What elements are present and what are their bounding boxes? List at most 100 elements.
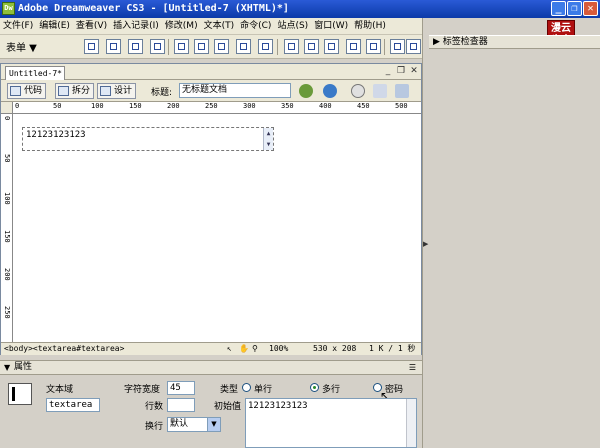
list-menu-icon[interactable]: [236, 39, 251, 54]
init-value-label: 初始值: [214, 402, 242, 412]
fieldset-icon[interactable]: [366, 39, 381, 54]
horizontal-ruler: 0 50 100 150 200 250 300 350 400 450 500: [13, 102, 421, 114]
document-title-input[interactable]: 无标题文档: [179, 83, 291, 98]
zoom-tool-icon[interactable]: ⚲: [252, 343, 258, 355]
menu-file[interactable]: 文件(F): [0, 18, 36, 35]
menu-text[interactable]: 文本(T): [201, 18, 238, 35]
toolbar-divider: [384, 39, 385, 55]
close-button[interactable]: ✕: [583, 1, 598, 16]
text-field-icon[interactable]: [106, 39, 121, 54]
init-value-scrollbar[interactable]: [406, 399, 416, 447]
menu-view[interactable]: 查看(V): [73, 18, 110, 35]
doc-minimize-button[interactable]: _: [383, 66, 393, 77]
toolbar-divider: [277, 39, 278, 55]
hidden-field-icon[interactable]: [128, 39, 143, 54]
window-title: Adobe Dreamweaver CS3 - [Untitled-7 (XHT…: [18, 3, 289, 14]
image-field-icon[interactable]: [284, 39, 299, 54]
type-label: 类型: [220, 385, 239, 395]
design-view-button[interactable]: 设计: [97, 83, 137, 99]
textarea-scrollbar[interactable]: ▲ ▼: [263, 128, 273, 150]
document-tab-bar: Untitled-7* _ ❐ ✕: [1, 64, 421, 80]
label-icon[interactable]: [346, 39, 361, 54]
split-view-icon: [58, 86, 69, 96]
title-bar: Dw Adobe Dreamweaver CS3 - [Untitled-7 (…: [0, 0, 600, 18]
char-width-input[interactable]: 45: [167, 381, 195, 395]
view-options-icon[interactable]: [373, 84, 387, 98]
code-view-icon: [10, 86, 21, 96]
restore-button[interactable]: ❐: [567, 1, 582, 16]
collapse-triangle-icon[interactable]: ▼: [4, 361, 10, 374]
insert-toolbar: 表单 ▼: [0, 35, 422, 59]
properties-title: 属性: [14, 362, 33, 372]
button-icon[interactable]: [324, 39, 339, 54]
document-window: Untitled-7* _ ❐ ✕ 代码 拆分 设计 标题: 无标题文档 0 5…: [0, 63, 422, 355]
form-icon[interactable]: [84, 39, 99, 54]
file-management-icon[interactable]: [299, 84, 313, 98]
scroll-down-icon[interactable]: ▼: [264, 139, 273, 150]
field-type-label: 文本域: [46, 385, 74, 395]
title-label: 标题:: [151, 88, 173, 98]
zoom-level-select[interactable]: 100%: [269, 343, 288, 355]
right-panel: 漫云 步杰 ▶ 标签检查器 ▶: [422, 18, 600, 448]
tag-inspector-header[interactable]: ▶ 标签检查器: [429, 35, 600, 49]
jump-menu-icon[interactable]: [258, 39, 273, 54]
checkbox-icon[interactable]: [174, 39, 189, 54]
menu-site[interactable]: 站点(S): [274, 18, 311, 35]
window-size[interactable]: 530 x 208: [313, 343, 356, 355]
spry-validation-icon[interactable]: [390, 39, 405, 54]
type-multi-label: 多行: [322, 385, 341, 395]
design-textarea[interactable]: 12123123123 ▲ ▼: [22, 127, 274, 151]
chevron-down-icon: ▼: [207, 418, 220, 431]
textarea-content: 12123123123: [26, 130, 86, 140]
menu-modify[interactable]: 修改(M): [162, 18, 201, 35]
properties-header[interactable]: ▼ 属性 ☰: [0, 361, 422, 375]
menu-bar: 文件(F) 编辑(E) 查看(V) 插入记录(I) 修改(M) 文本(T) 命令(C) 站点(…: [0, 18, 422, 35]
minimize-button[interactable]: _: [551, 1, 566, 16]
properties-panel: ▼ 属性 ☰ 文本域 textarea 字符宽度 45 行数 换行 默认 ▼ 类…: [0, 360, 422, 448]
rows-input[interactable]: [167, 398, 195, 412]
wrap-select[interactable]: 默认 ▼: [167, 417, 221, 432]
split-view-button[interactable]: 拆分: [55, 83, 95, 99]
textarea-type-icon: [8, 383, 32, 405]
tag-selector[interactable]: <body><textarea#textarea>: [4, 343, 124, 355]
rows-label: 行数: [145, 402, 164, 412]
dreamweaver-app-icon: Dw: [2, 2, 15, 15]
vertical-ruler: 0 50 100 150 200 250: [1, 114, 13, 342]
download-size: 1 K / 1 秒: [369, 344, 416, 353]
doc-close-button[interactable]: ✕: [409, 66, 419, 77]
document-status-bar: <body><textarea#textarea> ↖ ✋ ⚲ 100% 530…: [1, 342, 421, 355]
radio-group-icon[interactable]: [214, 39, 229, 54]
code-view-button[interactable]: 代码: [7, 83, 47, 99]
menu-window[interactable]: 窗口(W): [311, 18, 351, 35]
textarea-icon[interactable]: [150, 39, 165, 54]
menu-commands[interactable]: 命令(C): [237, 18, 274, 35]
options-menu-icon[interactable]: ☰: [409, 361, 416, 374]
menu-insert[interactable]: 插入记录(I): [110, 18, 162, 35]
visual-aids-icon[interactable]: [395, 84, 409, 98]
hand-tool-icon[interactable]: ✋: [239, 343, 249, 355]
scroll-up-icon[interactable]: ▲: [264, 128, 273, 139]
panel-collapse-arrow-icon[interactable]: ▶: [423, 236, 429, 252]
insert-category-dropdown[interactable]: 表单 ▼: [6, 39, 37, 54]
document-toolbar: 代码 拆分 设计 标题: 无标题文档: [1, 80, 421, 102]
toolbar-divider: [168, 39, 169, 55]
type-single-label: 单行: [254, 385, 273, 395]
radio-button-icon[interactable]: [194, 39, 209, 54]
doc-restore-button[interactable]: ❐: [396, 66, 406, 77]
menu-edit[interactable]: 编辑(E): [36, 18, 73, 35]
init-value-textarea[interactable]: 12123123123: [245, 398, 417, 448]
spry-textfield-icon[interactable]: [406, 39, 421, 54]
field-name-input[interactable]: textarea: [46, 398, 100, 412]
type-multi-radio[interactable]: [310, 383, 319, 392]
type-single-radio[interactable]: [242, 383, 251, 392]
menu-help[interactable]: 帮助(H): [351, 18, 389, 35]
ruler-origin: [1, 102, 13, 114]
preview-in-browser-icon[interactable]: [323, 84, 337, 98]
refresh-icon[interactable]: [351, 84, 365, 98]
char-width-label: 字符宽度: [124, 385, 161, 395]
design-view-icon: [100, 86, 111, 96]
file-field-icon[interactable]: [304, 39, 319, 54]
tab-untitled-7[interactable]: Untitled-7*: [5, 66, 65, 80]
wrap-label: 换行: [145, 422, 164, 432]
select-tool-icon[interactable]: ↖: [227, 343, 232, 355]
